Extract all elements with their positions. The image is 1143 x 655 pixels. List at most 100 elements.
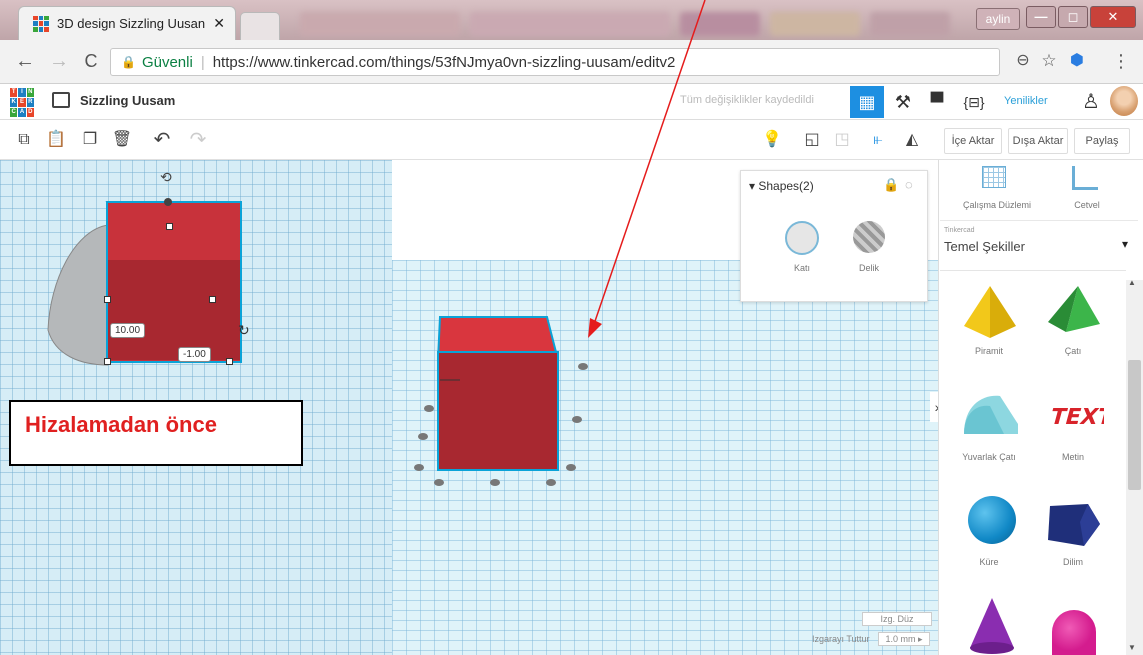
resize-handle[interactable] (104, 296, 111, 303)
design-title[interactable]: Sizzling Uusam (80, 93, 175, 108)
blurred-tab (770, 12, 860, 36)
red-cube[interactable] (437, 351, 559, 471)
resize-handle[interactable] (226, 358, 233, 365)
snap-grid-label: Izgarayı Tuttur (812, 634, 870, 644)
codeblocks-icon[interactable]: {⊟} (954, 86, 994, 118)
copy-icon[interactable]: ⧉ (12, 128, 36, 152)
solid-swatch[interactable] (785, 221, 819, 255)
arrow-annotation (588, 0, 706, 338)
import-button[interactable]: İçe Aktar (944, 128, 1002, 154)
reload-button[interactable]: C (78, 48, 104, 74)
hole-swatch[interactable] (853, 221, 885, 253)
shape-label-sphere: Küre (979, 557, 999, 567)
height-handle[interactable] (164, 198, 172, 206)
group-icon[interactable]: ◳ (830, 128, 854, 152)
blurred-tab (870, 12, 950, 36)
resize-handle[interactable] (209, 296, 216, 303)
ruler-label[interactable]: Cetvel (1062, 200, 1112, 210)
hammer-pick-icon[interactable]: ⚒ (886, 86, 920, 118)
annotation-text: Hizalamadan önce (25, 412, 217, 437)
handle-dot[interactable] (424, 405, 434, 412)
url-field[interactable]: 🔒 Güvenli | https://www.tinkercad.com/th… (110, 48, 1000, 76)
half-sphere-shape-icon[interactable] (1052, 610, 1096, 655)
note-icon[interactable]: ◱ (800, 128, 824, 152)
light-bulb-icon[interactable]: 💡 (760, 128, 784, 152)
library-select[interactable]: Tinkercad Temel Şekiller ▾ (940, 220, 1138, 266)
handle-dot[interactable] (566, 464, 576, 471)
redo-icon[interactable]: ↷ (186, 128, 210, 152)
resize-handle[interactable] (166, 223, 173, 230)
shape-label-text: Metin (1061, 452, 1084, 462)
lock-icon[interactable]: 🔒 (883, 177, 899, 193)
back-button[interactable]: ← (12, 48, 38, 74)
undo-icon[interactable]: ↶ (150, 128, 174, 152)
news-link[interactable]: Yenilikler (1004, 95, 1048, 107)
paste-icon[interactable]: 📋 (44, 128, 68, 152)
ruler-icon[interactable] (1072, 166, 1098, 190)
handle-dot[interactable] (434, 479, 444, 486)
minimize-button[interactable]: — (1026, 6, 1056, 28)
avatar[interactable] (1110, 86, 1138, 116)
new-tab-button[interactable] (240, 12, 280, 40)
scrollbar-thumb[interactable] (1128, 360, 1141, 490)
handle-dot[interactable] (490, 479, 500, 486)
handle-dot[interactable] (546, 479, 556, 486)
blocks-icon[interactable]: ▀ (920, 86, 954, 118)
svg-text:TEXT: TEXT (1047, 404, 1104, 430)
round-roof-shape-icon[interactable] (960, 390, 1022, 440)
offset-dimension[interactable]: -1.00 (178, 347, 211, 362)
tinkercad-logo[interactable]: TIN KER CAD (10, 88, 34, 117)
grid-view-icon[interactable]: ▦ (850, 86, 884, 118)
rotate-handle-icon[interactable]: ⟲ (160, 169, 172, 185)
browser-menu-icon[interactable]: ⋮ (1108, 48, 1134, 74)
share-button[interactable]: Paylaş (1074, 128, 1130, 154)
handle-dot[interactable] (418, 433, 428, 440)
roof-shape[interactable] (47, 224, 109, 366)
duplicate-icon[interactable]: ❐ (78, 128, 102, 152)
hole-label: Delik (858, 263, 879, 273)
snap-grid-dropdown[interactable]: 1.0 mm ▸ (878, 632, 930, 646)
tinkercad-favicon-icon (33, 15, 49, 32)
workplane-label[interactable]: Çalışma Düzlemi (962, 200, 1032, 210)
inspector-header[interactable]: ▾ Shapes(2) (749, 179, 814, 193)
mirror-icon[interactable]: ◭ (900, 128, 924, 152)
shape-label-roof: Çatı (1064, 346, 1082, 356)
bookmark-star-icon[interactable]: ☆ (1036, 48, 1062, 74)
chevron-down-icon[interactable]: ▾ (1122, 237, 1128, 251)
edit-grid-button[interactable]: Izg. Düz (862, 612, 932, 626)
profile-badge[interactable]: aylin (976, 8, 1020, 30)
resize-handle[interactable] (104, 358, 111, 365)
inset-scene: ⟲ ↻ (47, 169, 250, 366)
export-button[interactable]: Dışa Aktar (1008, 128, 1068, 154)
extension-icon[interactable]: ⬢ (1064, 48, 1090, 74)
height-dimension[interactable]: 10.00 (110, 323, 146, 338)
light-bulb-icon[interactable]: ◌ (905, 177, 913, 192)
roof-shape-icon[interactable] (1044, 284, 1104, 336)
sphere-shape-icon[interactable] (968, 496, 1016, 544)
add-user-icon[interactable]: ♙ (1074, 86, 1108, 118)
align-icon[interactable]: ⫦ (866, 128, 890, 152)
wedge-shape-icon[interactable] (1044, 500, 1104, 550)
handle-dot[interactable] (578, 363, 588, 370)
arrow-line (591, 0, 706, 331)
text-shape-icon[interactable]: TEXT (1044, 390, 1104, 440)
cone-shape-icon[interactable] (968, 596, 1016, 655)
rotate-side-icon[interactable]: ↻ (238, 322, 250, 338)
forward-button[interactable]: → (46, 48, 72, 74)
collapse-icon[interactable]: ▾ (749, 179, 758, 193)
handle-dot[interactable] (572, 416, 582, 423)
tab-close-icon[interactable]: ✕ (213, 15, 225, 32)
arrow-head-icon (588, 318, 602, 338)
window-close-button[interactable]: ✕ (1090, 6, 1136, 28)
pyramid-shape-icon[interactable] (960, 282, 1020, 342)
design-list-icon[interactable] (52, 92, 70, 108)
maximize-button[interactable]: ◻ (1058, 6, 1088, 28)
scroll-down-icon[interactable]: ▼ (1128, 643, 1136, 652)
scroll-up-icon[interactable]: ▲ (1128, 278, 1136, 287)
security-label: Güvenli (141, 53, 193, 71)
handle-dot[interactable] (414, 464, 424, 471)
delete-icon[interactable]: 🗑 (110, 128, 134, 152)
zoom-icon[interactable]: ⊖ (1010, 48, 1036, 74)
browser-tab-active[interactable]: 3D design Sizzling Uusan ✕ (18, 6, 236, 40)
workplane-icon[interactable] (982, 166, 1006, 188)
